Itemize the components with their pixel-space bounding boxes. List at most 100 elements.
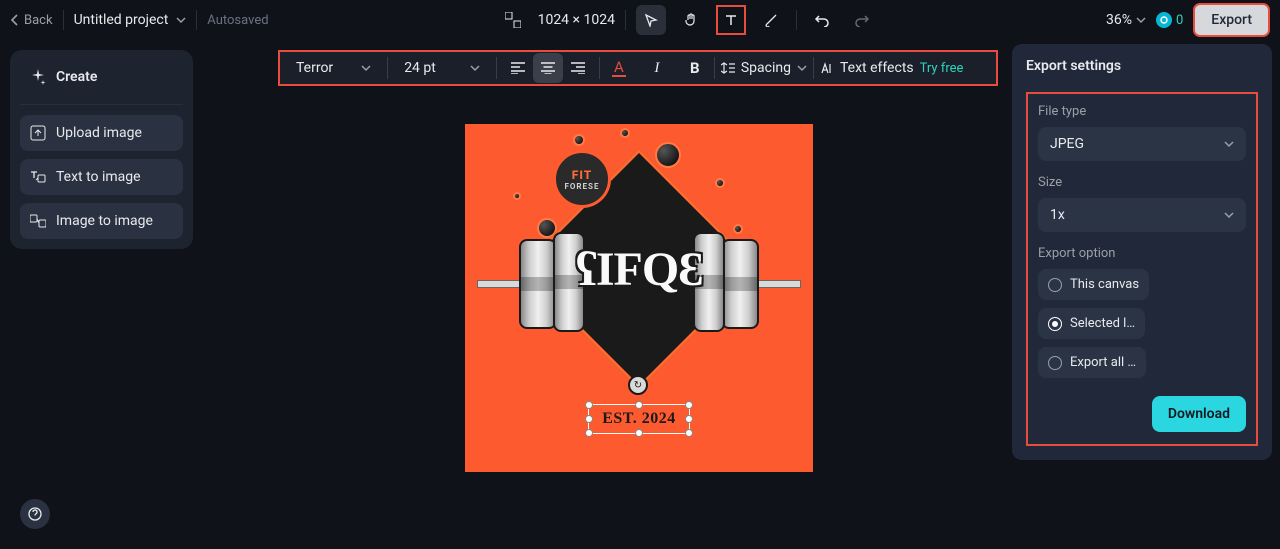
resize-handle[interactable]	[635, 401, 643, 409]
canvas-dimensions[interactable]: 1024 × 1024	[538, 12, 615, 28]
t2i-label: Text to image	[56, 169, 141, 185]
divider	[625, 10, 626, 30]
text-to-image-icon	[30, 169, 46, 185]
spacing-icon	[721, 62, 735, 74]
image-to-image-icon	[30, 213, 46, 229]
divider	[20, 104, 183, 105]
align-left-button[interactable]	[503, 53, 533, 83]
i2i-label: Image to image	[56, 213, 153, 229]
cursor-tool-icon[interactable]	[636, 5, 666, 35]
resize-handle[interactable]	[685, 429, 693, 437]
divider	[796, 10, 797, 30]
font-size-select[interactable]: 24 pt	[394, 53, 490, 83]
italic-icon: I	[654, 60, 659, 77]
back-button[interactable]: Back	[10, 13, 53, 28]
resize-handle[interactable]	[585, 401, 593, 409]
opt-canvas-label: This canvas	[1070, 277, 1139, 292]
file-type-value: JPEG	[1050, 136, 1084, 152]
size-select[interactable]: 1x	[1038, 198, 1246, 232]
try-free-link[interactable]: Try free	[920, 61, 964, 76]
text-color-button[interactable]: A	[606, 53, 632, 83]
redo-icon[interactable]	[847, 5, 877, 35]
upload-image-button[interactable]: Upload image	[20, 115, 183, 151]
image-to-image-button[interactable]: Image to image	[20, 203, 183, 239]
resize-handle[interactable]	[685, 415, 693, 423]
upload-label: Upload image	[56, 125, 142, 141]
export-panel: Export settings File type JPEG Size 1x E…	[1012, 44, 1272, 460]
barbell-plate	[721, 239, 759, 329]
chevron-down-icon	[1224, 139, 1234, 149]
text-to-image-button[interactable]: Text to image	[20, 159, 183, 195]
sparkle-icon	[30, 69, 46, 85]
text-effects-button[interactable]: Text effects	[820, 60, 914, 76]
decor-orb	[620, 128, 630, 138]
zoom-label: 36%	[1106, 12, 1132, 28]
credits-value: 0	[1176, 13, 1183, 28]
project-name[interactable]: Untitled project	[74, 12, 187, 28]
download-button[interactable]: Download	[1152, 396, 1246, 432]
chevron-down-icon	[1224, 210, 1234, 220]
text-color-icon: A	[612, 60, 626, 77]
resize-handle[interactable]	[685, 401, 693, 409]
align-right-button[interactable]	[563, 53, 593, 83]
italic-button[interactable]: I	[644, 53, 670, 83]
effects-label: Text effects	[840, 60, 914, 76]
top-bar: Back Untitled project Autosaved 1024 × 1…	[0, 0, 1280, 40]
radio-icon	[1048, 278, 1062, 292]
resize-handle[interactable]	[585, 415, 593, 423]
export-button[interactable]: Export	[1193, 3, 1270, 37]
project-name-label: Untitled project	[74, 12, 169, 28]
barbell-rod	[477, 280, 525, 288]
spacing-button[interactable]: Spacing	[721, 60, 807, 76]
decor-orb	[733, 224, 743, 234]
hand-tool-icon[interactable]	[676, 5, 706, 35]
option-this-canvas[interactable]: This canvas	[1038, 269, 1149, 300]
radio-icon	[1048, 356, 1062, 370]
canvas-size-icon[interactable]	[498, 5, 528, 35]
chevron-down-icon	[361, 63, 371, 73]
opt-all-label: Export all …	[1070, 355, 1136, 370]
create-label: Create	[56, 69, 97, 85]
align-center-button[interactable]	[533, 53, 563, 83]
badge-line1: FIT	[572, 168, 592, 182]
file-type-select[interactable]: JPEG	[1038, 127, 1246, 161]
opt-selected-label: Selected l…	[1070, 316, 1135, 331]
font-size-label: 24 pt	[404, 60, 436, 76]
credits-pill[interactable]: 0	[1156, 12, 1183, 28]
credit-icon	[1156, 12, 1172, 28]
resize-handle[interactable]	[635, 429, 643, 437]
brush-tool-icon[interactable]	[756, 5, 786, 35]
divider	[196, 10, 197, 30]
option-selected-layers[interactable]: Selected l…	[1038, 308, 1145, 339]
text-toolbar: Terror 24 pt A I B Spacing Text effects …	[278, 50, 998, 86]
decor-orb	[655, 142, 681, 168]
upload-icon	[30, 125, 46, 141]
chevron-left-icon	[10, 14, 18, 26]
text-tool-icon[interactable]	[716, 5, 746, 35]
export-title: Export settings	[1026, 58, 1258, 74]
canvas[interactable]: FIT FORESE ʕIFQƐ ↻ EST. 2024	[265, 124, 1013, 544]
align-group	[503, 53, 593, 83]
option-export-all[interactable]: Export all …	[1038, 347, 1146, 378]
decor-orb	[573, 134, 585, 146]
zoom-level[interactable]: 36%	[1106, 12, 1146, 28]
spacing-label: Spacing	[741, 60, 791, 76]
file-type-label: File type	[1038, 104, 1246, 119]
decor-orb	[513, 192, 521, 200]
help-button[interactable]	[20, 499, 50, 529]
font-label: Terror	[296, 60, 333, 76]
artboard[interactable]: FIT FORESE ʕIFQƐ ↻ EST. 2024	[465, 124, 813, 472]
text-selection[interactable]: EST. 2024	[588, 404, 690, 434]
undo-icon[interactable]	[807, 5, 837, 35]
help-icon	[28, 507, 42, 521]
resize-handle[interactable]	[585, 429, 593, 437]
chevron-down-icon	[470, 63, 480, 73]
back-label: Back	[24, 13, 53, 28]
barbell-rod	[753, 280, 801, 288]
font-select[interactable]: Terror	[286, 53, 381, 83]
chevron-down-icon	[176, 15, 186, 25]
logo-title: ʕIFQƐ	[576, 242, 703, 297]
create-button[interactable]: Create	[20, 60, 183, 94]
decor-orb	[715, 178, 725, 188]
bold-button[interactable]: B	[682, 53, 708, 83]
